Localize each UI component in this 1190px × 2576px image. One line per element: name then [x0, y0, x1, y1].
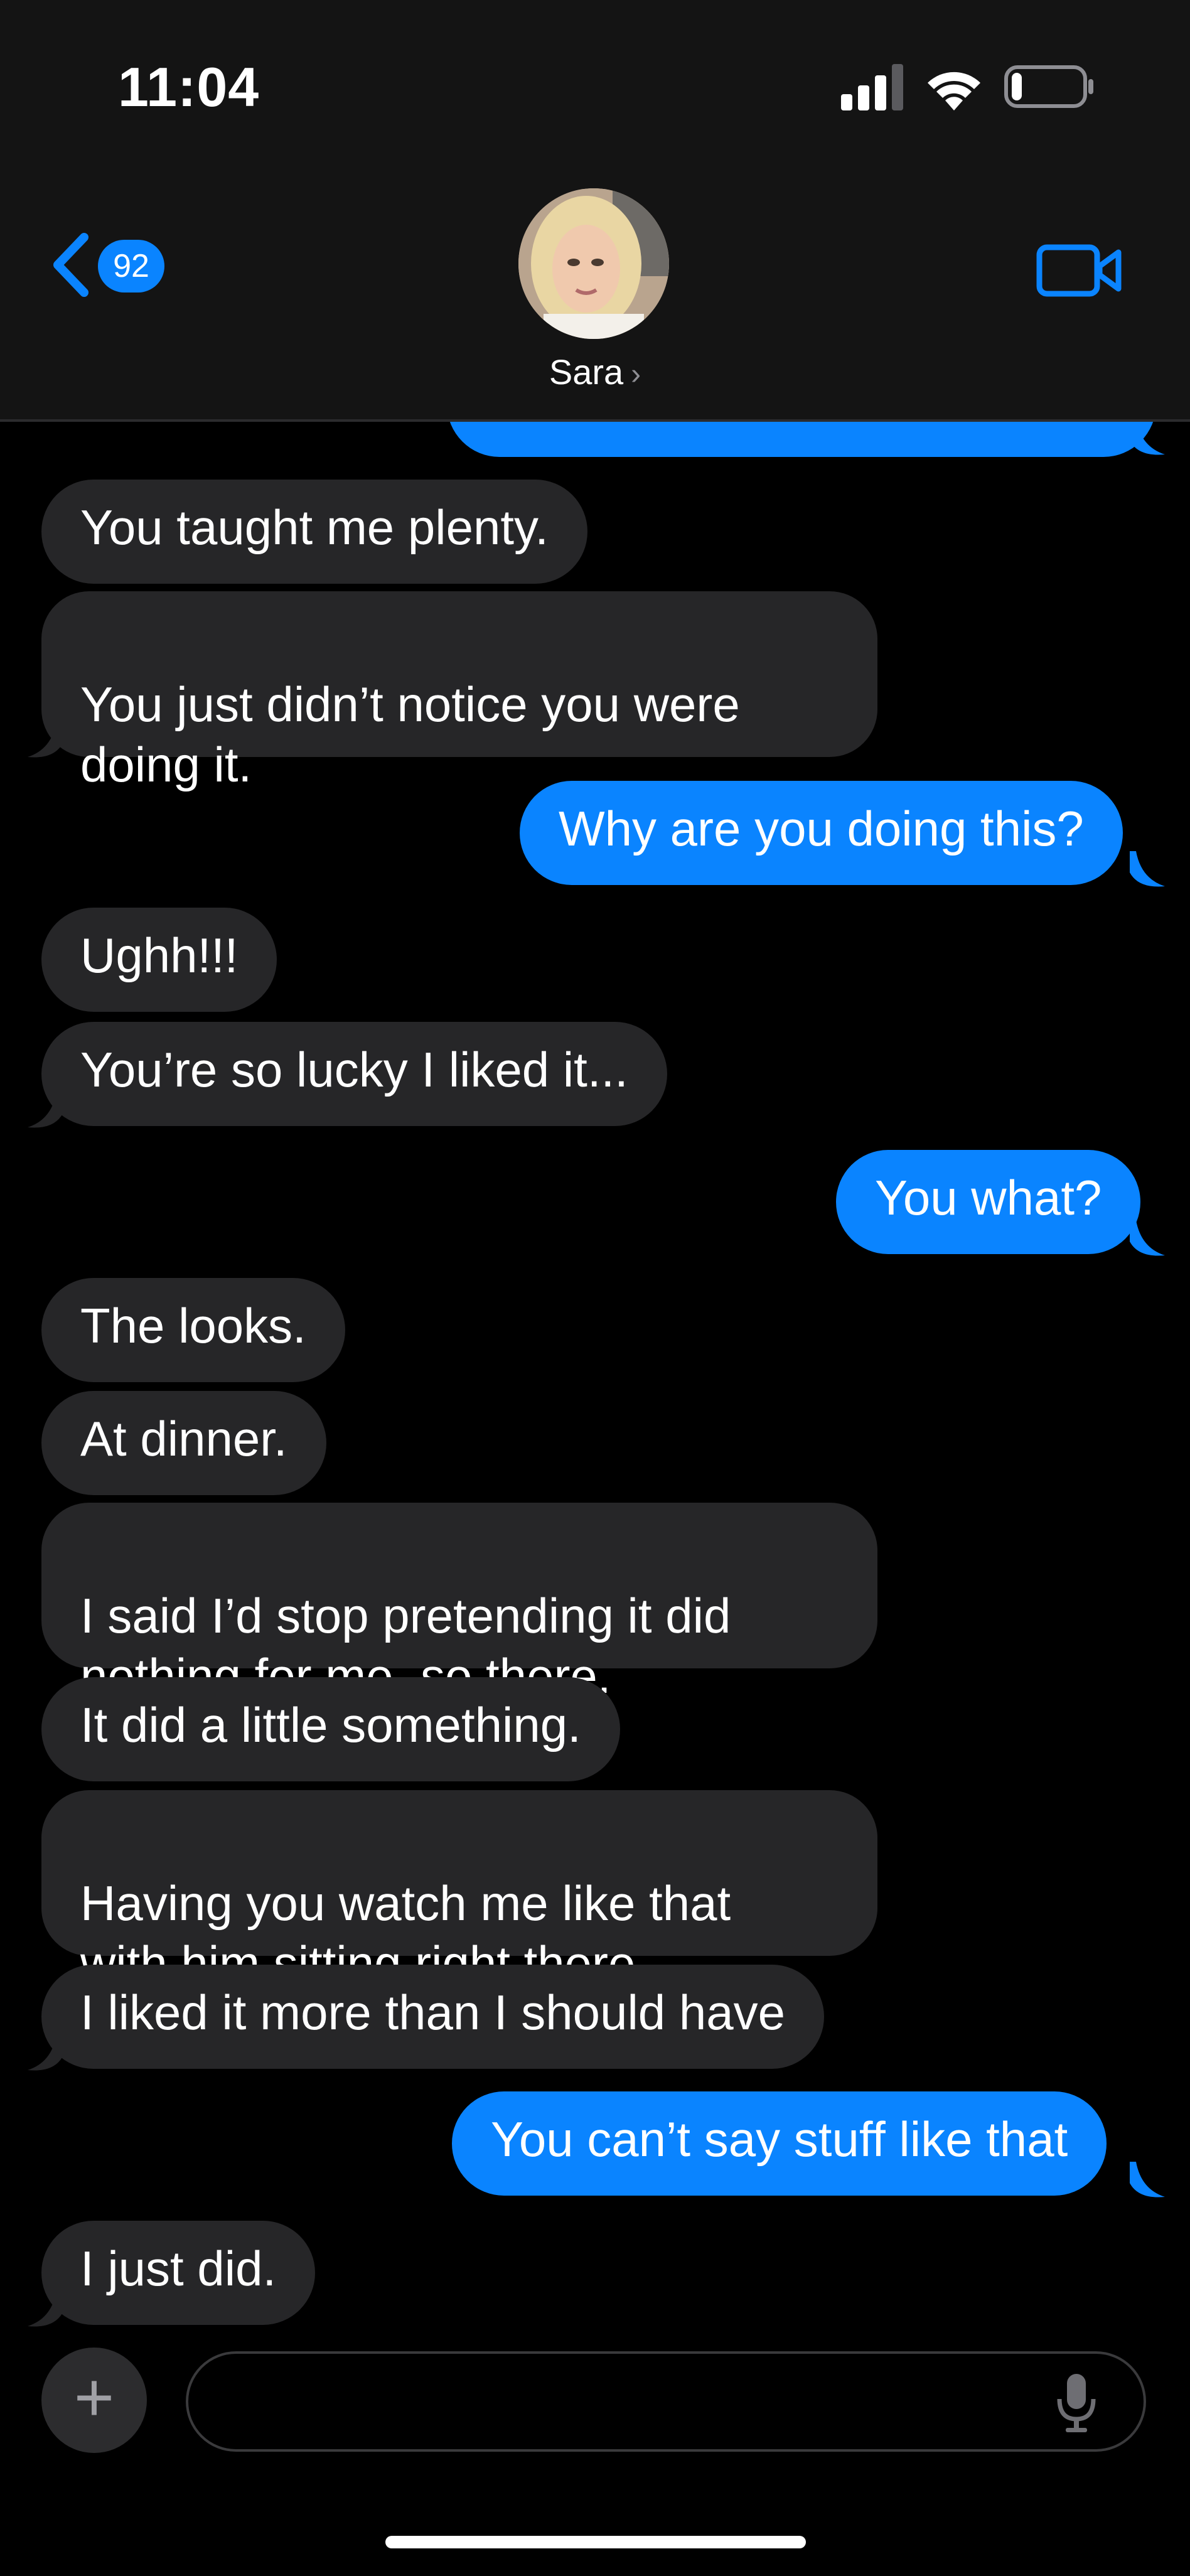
contact-avatar[interactable] [518, 188, 669, 339]
message-bubble-incoming[interactable]: I liked it more than I should have [41, 1965, 824, 2069]
message-input[interactable] [186, 2351, 1146, 2452]
bubble-tail [28, 2291, 63, 2327]
message-bubble-outgoing[interactable]: Why are you doing this? [520, 781, 1123, 885]
bubble-tail [1130, 851, 1165, 887]
message-bubble-incoming[interactable]: You just didn’t notice you were doing it… [41, 591, 877, 792]
chevron-right-icon: › [631, 358, 641, 391]
contact-name-button[interactable]: Sara › [0, 352, 1190, 392]
facetime-icon[interactable] [1036, 239, 1123, 301]
message-bubble-incoming[interactable]: Having you watch me like that with him s… [41, 1790, 877, 1991]
bubble-tail [1130, 419, 1165, 455]
message-text: It did a little something. [80, 1697, 581, 1752]
message-text: At dinner. [80, 1411, 287, 1466]
bubble-tail [28, 722, 63, 758]
message-text: Ughh!!! [80, 928, 239, 983]
message-bubble-outgoing[interactable]: You can’t say stuff like that [452, 2091, 1107, 2196]
bubble-tail [28, 2035, 63, 2071]
message-bubble-incoming[interactable]: I just did. [41, 2221, 316, 2325]
avatar-image [518, 188, 669, 339]
message-text: The looks. [80, 1298, 306, 1353]
message-bubble-outgoing[interactable]: You what? [836, 1150, 1141, 1254]
wifi-icon [928, 72, 980, 110]
message-bubble-incoming[interactable]: I said I’d stop pretending it did nothin… [41, 1503, 877, 1704]
message-bubble-incoming[interactable]: It did a little something. [41, 1677, 620, 1781]
message-bubble-incoming[interactable]: Ughh!!! [41, 908, 277, 1012]
signal-icon [841, 64, 903, 110]
message-text: Why are you doing this? [559, 801, 1084, 856]
home-indicator[interactable] [385, 2536, 806, 2548]
conversation-header: 92 Sara › [0, 163, 1190, 422]
status-time: 11:04 [118, 56, 260, 118]
message-text: You just didn’t notice you were doing it… [80, 677, 740, 792]
mic-icon[interactable] [1054, 2371, 1098, 2434]
bubble-tail [28, 1092, 63, 1128]
message-text: I liked it more than I should have [80, 1985, 785, 2040]
back-chevron-icon [53, 233, 88, 297]
message-bubble-incoming[interactable]: The looks. [41, 1278, 345, 1382]
back-button[interactable]: 92 [49, 226, 174, 301]
message-text: You can’t say stuff like that [491, 2112, 1068, 2167]
message-bubble-incoming[interactable]: At dinner. [41, 1391, 326, 1495]
message-bubble-incoming[interactable]: You taught me plenty. [41, 480, 587, 584]
plus-icon: + [73, 2359, 115, 2436]
message-text: I just did. [80, 2241, 277, 2296]
add-attachment-button[interactable]: + [41, 2348, 147, 2453]
message-text: You’re so lucky I liked it... [80, 1042, 628, 1097]
bubble-tail [1130, 2162, 1165, 2198]
unread-count-badge: 92 [98, 240, 164, 292]
battery-icon [1004, 65, 1093, 108]
bubble-tail [1130, 1220, 1165, 1256]
status-bar: 11:04 [0, 0, 1190, 163]
message-bubble-incoming[interactable]: You’re so lucky I liked it... [41, 1022, 667, 1126]
message-text: You taught me plenty. [80, 500, 549, 555]
message-text: You what? [875, 1170, 1102, 1225]
contact-name: Sara [549, 352, 624, 392]
